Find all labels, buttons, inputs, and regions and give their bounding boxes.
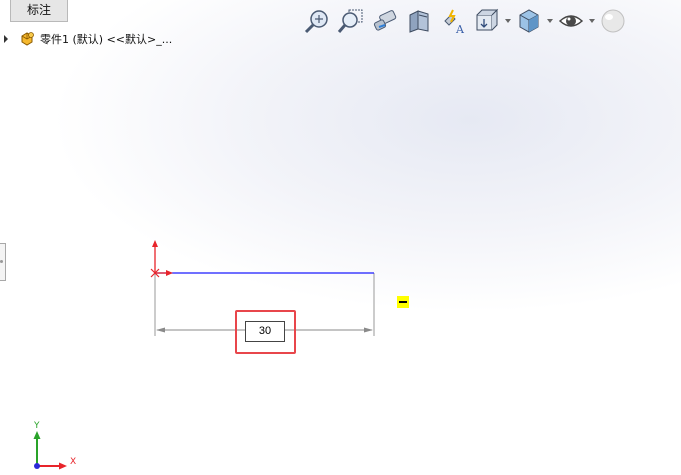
triad-icon: Y X [33, 421, 76, 470]
horizontal-relation-icon[interactable] [397, 296, 409, 308]
triad-x-label: X [70, 457, 76, 467]
sketch-canvas: Y X [33, 240, 375, 470]
triad-y-label: Y [33, 421, 40, 431]
dimension-arrow-left [156, 327, 165, 333]
dimension-arrow-right [364, 327, 373, 333]
origin-y-arrow [152, 240, 158, 247]
dimension-value-box[interactable]: 30 [245, 321, 285, 342]
origin-x-arrow [166, 270, 173, 276]
